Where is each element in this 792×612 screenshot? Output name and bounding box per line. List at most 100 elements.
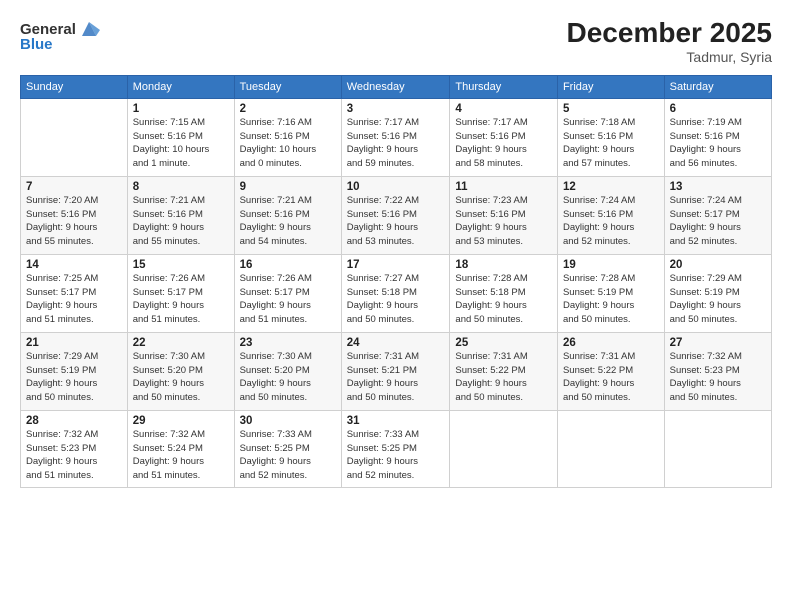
week-row-4: 21Sunrise: 7:29 AM Sunset: 5:19 PM Dayli… — [21, 332, 772, 410]
day-info: Sunrise: 7:32 AM Sunset: 5:23 PM Dayligh… — [670, 350, 766, 405]
calendar-cell: 4Sunrise: 7:17 AM Sunset: 5:16 PM Daylig… — [450, 98, 558, 176]
day-number: 4 — [455, 103, 552, 115]
calendar-table: SundayMondayTuesdayWednesdayThursdayFrid… — [20, 75, 772, 488]
day-number: 23 — [240, 337, 336, 349]
calendar-cell: 19Sunrise: 7:28 AM Sunset: 5:19 PM Dayli… — [557, 254, 664, 332]
day-info: Sunrise: 7:29 AM Sunset: 5:19 PM Dayligh… — [670, 272, 766, 327]
day-info: Sunrise: 7:32 AM Sunset: 5:23 PM Dayligh… — [26, 428, 122, 483]
weekday-header-wednesday: Wednesday — [341, 75, 450, 98]
day-number: 18 — [455, 259, 552, 271]
calendar-cell — [21, 98, 128, 176]
day-info: Sunrise: 7:28 AM Sunset: 5:19 PM Dayligh… — [563, 272, 659, 327]
calendar-cell: 6Sunrise: 7:19 AM Sunset: 5:16 PM Daylig… — [664, 98, 771, 176]
calendar-cell: 7Sunrise: 7:20 AM Sunset: 5:16 PM Daylig… — [21, 176, 128, 254]
day-number: 11 — [455, 181, 552, 193]
day-number: 6 — [670, 103, 766, 115]
week-row-1: 1Sunrise: 7:15 AM Sunset: 5:16 PM Daylig… — [21, 98, 772, 176]
day-number: 15 — [133, 259, 229, 271]
day-number: 24 — [347, 337, 445, 349]
calendar-cell: 26Sunrise: 7:31 AM Sunset: 5:22 PM Dayli… — [557, 332, 664, 410]
week-row-2: 7Sunrise: 7:20 AM Sunset: 5:16 PM Daylig… — [21, 176, 772, 254]
month-title: December 2025 — [567, 18, 772, 49]
calendar-cell: 22Sunrise: 7:30 AM Sunset: 5:20 PM Dayli… — [127, 332, 234, 410]
logo-general-text: General — [20, 21, 76, 38]
header: General Blue December 2025 Tadmur, Syria — [20, 18, 772, 65]
calendar-cell: 30Sunrise: 7:33 AM Sunset: 5:25 PM Dayli… — [234, 410, 341, 487]
calendar-cell: 18Sunrise: 7:28 AM Sunset: 5:18 PM Dayli… — [450, 254, 558, 332]
calendar-cell: 24Sunrise: 7:31 AM Sunset: 5:21 PM Dayli… — [341, 332, 450, 410]
day-number: 17 — [347, 259, 445, 271]
week-row-3: 14Sunrise: 7:25 AM Sunset: 5:17 PM Dayli… — [21, 254, 772, 332]
calendar-cell: 23Sunrise: 7:30 AM Sunset: 5:20 PM Dayli… — [234, 332, 341, 410]
day-number: 19 — [563, 259, 659, 271]
calendar-cell: 27Sunrise: 7:32 AM Sunset: 5:23 PM Dayli… — [664, 332, 771, 410]
day-info: Sunrise: 7:30 AM Sunset: 5:20 PM Dayligh… — [133, 350, 229, 405]
calendar-cell: 3Sunrise: 7:17 AM Sunset: 5:16 PM Daylig… — [341, 98, 450, 176]
day-info: Sunrise: 7:22 AM Sunset: 5:16 PM Dayligh… — [347, 194, 445, 249]
day-info: Sunrise: 7:27 AM Sunset: 5:18 PM Dayligh… — [347, 272, 445, 327]
logo-blue-text: Blue — [20, 36, 53, 53]
day-number: 26 — [563, 337, 659, 349]
calendar-cell: 5Sunrise: 7:18 AM Sunset: 5:16 PM Daylig… — [557, 98, 664, 176]
day-number: 29 — [133, 415, 229, 427]
day-number: 1 — [133, 103, 229, 115]
day-info: Sunrise: 7:15 AM Sunset: 5:16 PM Dayligh… — [133, 116, 229, 171]
day-number: 20 — [670, 259, 766, 271]
day-info: Sunrise: 7:31 AM Sunset: 5:22 PM Dayligh… — [563, 350, 659, 405]
weekday-header-saturday: Saturday — [664, 75, 771, 98]
day-number: 10 — [347, 181, 445, 193]
calendar-cell: 10Sunrise: 7:22 AM Sunset: 5:16 PM Dayli… — [341, 176, 450, 254]
day-number: 9 — [240, 181, 336, 193]
calendar-cell: 13Sunrise: 7:24 AM Sunset: 5:17 PM Dayli… — [664, 176, 771, 254]
day-info: Sunrise: 7:19 AM Sunset: 5:16 PM Dayligh… — [670, 116, 766, 171]
weekday-header-row: SundayMondayTuesdayWednesdayThursdayFrid… — [21, 75, 772, 98]
calendar-cell: 14Sunrise: 7:25 AM Sunset: 5:17 PM Dayli… — [21, 254, 128, 332]
day-number: 7 — [26, 181, 122, 193]
day-info: Sunrise: 7:26 AM Sunset: 5:17 PM Dayligh… — [240, 272, 336, 327]
day-number: 8 — [133, 181, 229, 193]
location-title: Tadmur, Syria — [567, 49, 772, 65]
day-number: 25 — [455, 337, 552, 349]
day-number: 22 — [133, 337, 229, 349]
calendar-cell: 16Sunrise: 7:26 AM Sunset: 5:17 PM Dayli… — [234, 254, 341, 332]
calendar-cell: 12Sunrise: 7:24 AM Sunset: 5:16 PM Dayli… — [557, 176, 664, 254]
page: General Blue December 2025 Tadmur, Syria… — [0, 0, 792, 612]
logo: General Blue — [20, 18, 100, 53]
day-info: Sunrise: 7:17 AM Sunset: 5:16 PM Dayligh… — [455, 116, 552, 171]
day-info: Sunrise: 7:20 AM Sunset: 5:16 PM Dayligh… — [26, 194, 122, 249]
calendar-cell — [664, 410, 771, 487]
day-info: Sunrise: 7:23 AM Sunset: 5:16 PM Dayligh… — [455, 194, 552, 249]
weekday-header-monday: Monday — [127, 75, 234, 98]
weekday-header-thursday: Thursday — [450, 75, 558, 98]
day-info: Sunrise: 7:16 AM Sunset: 5:16 PM Dayligh… — [240, 116, 336, 171]
day-info: Sunrise: 7:30 AM Sunset: 5:20 PM Dayligh… — [240, 350, 336, 405]
day-info: Sunrise: 7:32 AM Sunset: 5:24 PM Dayligh… — [133, 428, 229, 483]
weekday-header-tuesday: Tuesday — [234, 75, 341, 98]
calendar-cell: 28Sunrise: 7:32 AM Sunset: 5:23 PM Dayli… — [21, 410, 128, 487]
day-number: 21 — [26, 337, 122, 349]
calendar-cell: 1Sunrise: 7:15 AM Sunset: 5:16 PM Daylig… — [127, 98, 234, 176]
day-info: Sunrise: 7:24 AM Sunset: 5:16 PM Dayligh… — [563, 194, 659, 249]
day-number: 27 — [670, 337, 766, 349]
day-info: Sunrise: 7:31 AM Sunset: 5:22 PM Dayligh… — [455, 350, 552, 405]
day-info: Sunrise: 7:18 AM Sunset: 5:16 PM Dayligh… — [563, 116, 659, 171]
day-number: 5 — [563, 103, 659, 115]
day-info: Sunrise: 7:25 AM Sunset: 5:17 PM Dayligh… — [26, 272, 122, 327]
calendar-cell — [557, 410, 664, 487]
day-info: Sunrise: 7:33 AM Sunset: 5:25 PM Dayligh… — [240, 428, 336, 483]
day-info: Sunrise: 7:21 AM Sunset: 5:16 PM Dayligh… — [240, 194, 336, 249]
day-number: 13 — [670, 181, 766, 193]
day-number: 2 — [240, 103, 336, 115]
calendar-cell: 17Sunrise: 7:27 AM Sunset: 5:18 PM Dayli… — [341, 254, 450, 332]
day-info: Sunrise: 7:17 AM Sunset: 5:16 PM Dayligh… — [347, 116, 445, 171]
calendar-cell — [450, 410, 558, 487]
calendar-cell: 15Sunrise: 7:26 AM Sunset: 5:17 PM Dayli… — [127, 254, 234, 332]
calendar-cell: 21Sunrise: 7:29 AM Sunset: 5:19 PM Dayli… — [21, 332, 128, 410]
day-number: 28 — [26, 415, 122, 427]
calendar-cell: 31Sunrise: 7:33 AM Sunset: 5:25 PM Dayli… — [341, 410, 450, 487]
day-info: Sunrise: 7:24 AM Sunset: 5:17 PM Dayligh… — [670, 194, 766, 249]
day-number: 14 — [26, 259, 122, 271]
week-row-5: 28Sunrise: 7:32 AM Sunset: 5:23 PM Dayli… — [21, 410, 772, 487]
day-number: 31 — [347, 415, 445, 427]
calendar-cell: 11Sunrise: 7:23 AM Sunset: 5:16 PM Dayli… — [450, 176, 558, 254]
